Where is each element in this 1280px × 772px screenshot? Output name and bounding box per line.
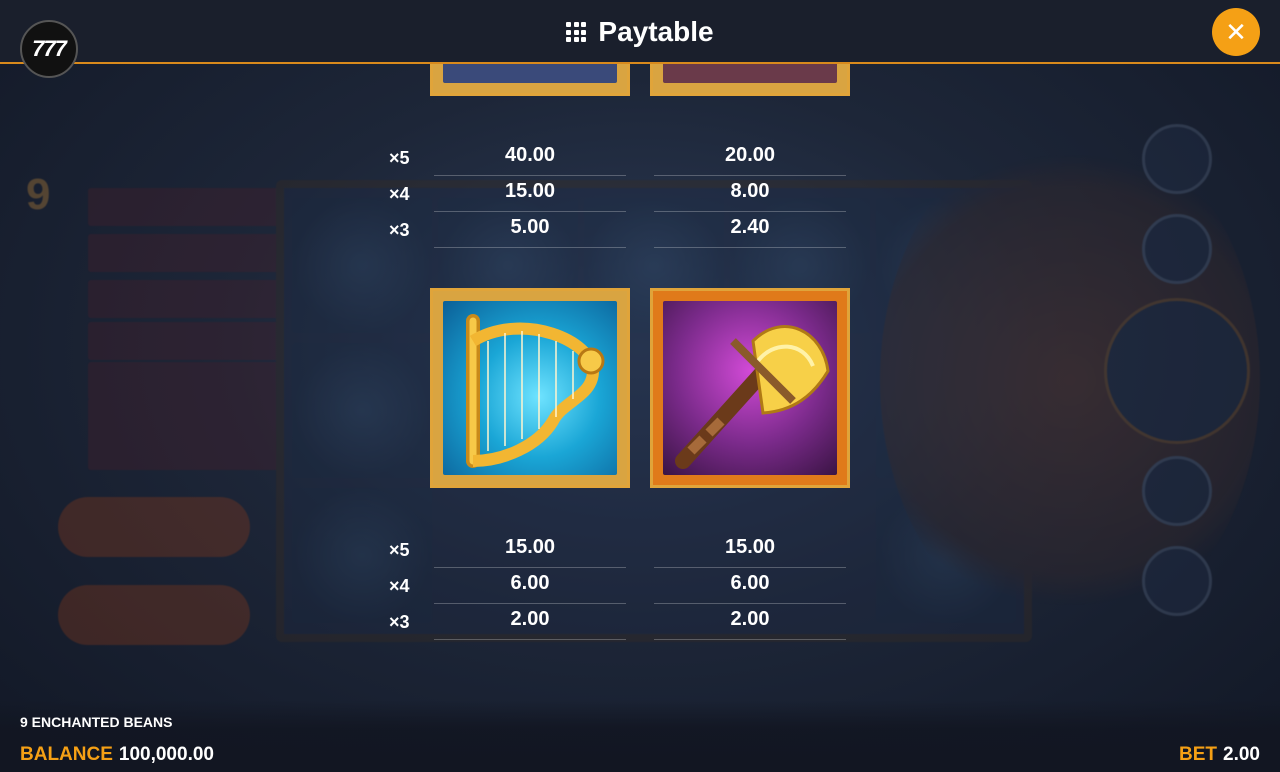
balance-display: BALANCE 100,000.00 [20, 744, 214, 766]
payout-value: 20.00 [724, 144, 776, 166]
axe-icon [663, 301, 837, 475]
symbol-frame-partial [650, 64, 850, 96]
symbol-frame-harp [430, 288, 630, 488]
payout-table-bottom: ×5 15.00 15.00 ×4 6.00 6.00 ×3 2.00 2.00 [385, 532, 855, 640]
close-icon: ✕ [1225, 17, 1247, 47]
payout-row: ×4 15.00 8.00 [385, 176, 855, 212]
footer-bar: 9 ENCHANTED BEANS BALANCE 100,000.00 BET 2… [0, 700, 1280, 772]
payout-row: ×5 40.00 20.00 [385, 140, 855, 176]
header-bar: Paytable ✕ [0, 0, 1280, 64]
symbol-art-partial [443, 64, 617, 83]
game-name: 9 ENCHANTED BEANS [20, 714, 173, 730]
bet-label: BET [1179, 744, 1218, 765]
multiplier-label: ×4 [389, 184, 410, 204]
payout-value: 6.00 [510, 572, 550, 594]
multiplier-label: ×5 [389, 540, 410, 560]
payout-value: 2.00 [510, 608, 550, 630]
payout-row: ×3 2.00 2.00 [385, 604, 855, 640]
payout-row: ×3 5.00 2.40 [385, 212, 855, 248]
multiplier-label: ×4 [389, 576, 410, 596]
close-button[interactable]: ✕ [1212, 8, 1260, 56]
row-divider [434, 247, 626, 248]
payout-row: ×5 15.00 15.00 [385, 532, 855, 568]
payout-value: 2.40 [730, 216, 770, 238]
payout-value: 8.00 [730, 180, 770, 202]
paytable-panel: ×5 40.00 20.00 ×4 15.00 8.00 ×3 5.00 2.4… [0, 64, 1280, 714]
multiplier-label: ×3 [389, 220, 410, 240]
page-title: Paytable [598, 16, 714, 47]
payout-value: 40.00 [504, 144, 556, 166]
payout-value: 5.00 [510, 216, 550, 238]
balance-label: BALANCE [20, 744, 113, 765]
payout-value: 2.00 [730, 608, 770, 630]
row-divider [434, 639, 626, 640]
payout-row: ×4 6.00 6.00 [385, 568, 855, 604]
game-logo: 777 [20, 20, 78, 78]
symbol-frame-axe [650, 288, 850, 488]
payout-value: 15.00 [504, 536, 556, 558]
symbol-art-partial [663, 64, 837, 83]
logo-text: 777 [32, 36, 67, 61]
bet-display: BET 2.00 [1179, 744, 1260, 766]
grid-menu-icon [566, 22, 587, 42]
row-divider [654, 247, 846, 248]
payout-value: 6.00 [730, 572, 770, 594]
row-divider [654, 639, 846, 640]
bet-value: 2.00 [1223, 744, 1260, 765]
paytable-title-group: Paytable [0, 0, 1280, 64]
symbol-frame-partial [430, 64, 630, 96]
multiplier-label: ×5 [389, 148, 410, 168]
multiplier-label: ×3 [389, 612, 410, 632]
payout-table-top: ×5 40.00 20.00 ×4 15.00 8.00 ×3 5.00 2.4… [385, 140, 855, 248]
harp-icon [443, 301, 617, 475]
balance-value: 100,000.00 [118, 744, 214, 765]
payout-value: 15.00 [724, 536, 776, 558]
payout-value: 15.00 [504, 180, 556, 202]
